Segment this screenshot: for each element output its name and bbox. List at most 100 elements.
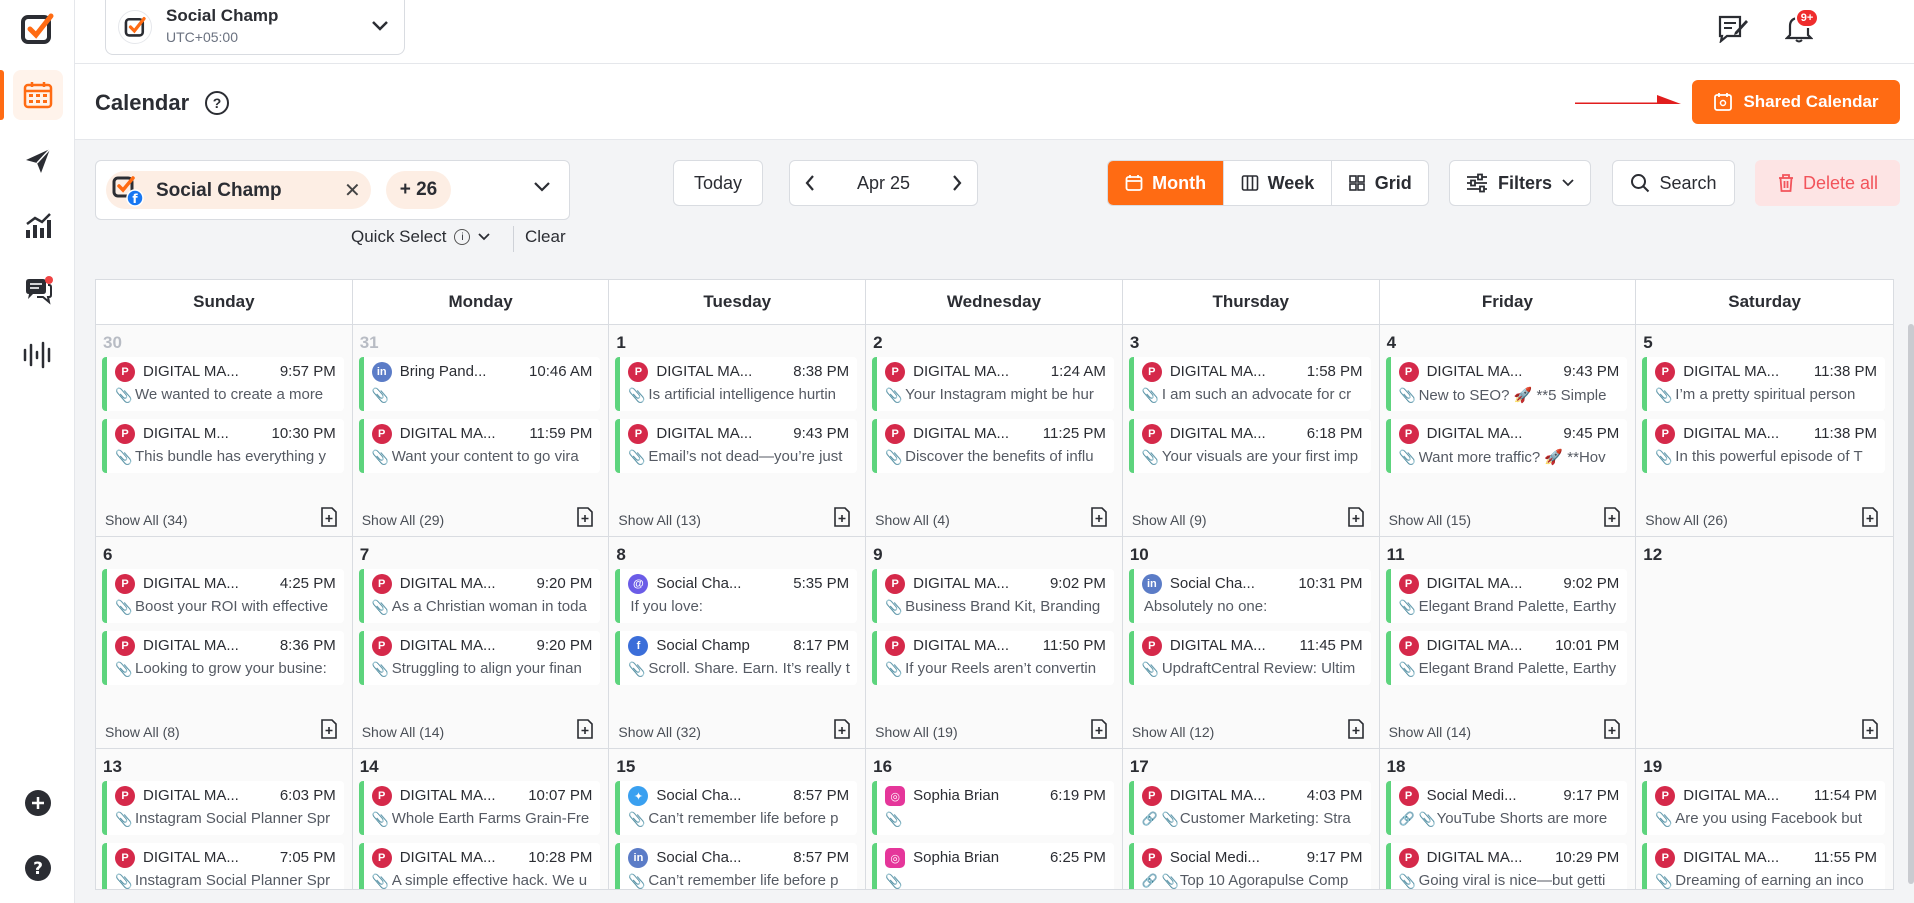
show-all-link[interactable]: Show All (4) — [875, 512, 950, 528]
search-button[interactable]: Search — [1612, 160, 1735, 206]
add-post-icon[interactable] — [576, 719, 594, 739]
scheduled-post-card[interactable]: P DIGITAL MA... 6:03 PM 📎 Instagram Social P… — [102, 781, 344, 835]
scheduled-post-card[interactable]: P DIGITAL MA... 7:05 PM 📎 Instagram Social P… — [102, 843, 344, 889]
scheduled-post-card[interactable]: f Social Champ 8:17 PM 📎 Scroll. Share. Earn… — [615, 631, 858, 685]
calendar-day-cell[interactable]: 19 P DIGITAL MA... 11:54 PM 📎 Are you using F… — [1636, 749, 1893, 889]
scheduled-post-card[interactable]: P DIGITAL MA... 11:38 PM 📎 In this powerful … — [1642, 419, 1885, 473]
scheduled-post-card[interactable]: P DIGITAL MA... 8:36 PM 📎 Looking to grow yo… — [102, 631, 344, 685]
calendar-day-cell[interactable]: 30 P DIGITAL MA... 9:57 PM 📎 We wanted to cre… — [96, 325, 353, 536]
scheduled-post-card[interactable]: P DIGITAL MA... 11:50 PM 📎 If your Reels are… — [872, 631, 1114, 685]
add-post-icon[interactable] — [1603, 719, 1621, 739]
add-post-icon[interactable] — [1347, 719, 1365, 739]
scheduled-post-card[interactable]: P DIGITAL MA... 11:54 PM 📎 Are you using Fac… — [1642, 781, 1885, 835]
scheduled-post-card[interactable]: P DIGITAL MA... 11:59 PM 📎 Want your content… — [358, 419, 601, 473]
show-all-link[interactable]: Show All (19) — [875, 724, 957, 740]
app-logo-icon[interactable] — [20, 12, 54, 46]
calendar-day-cell[interactable]: 12 — [1636, 537, 1893, 748]
scheduled-post-card[interactable]: P DIGITAL MA... 4:03 PM 🔗 📎 Customer Marketin… — [1128, 781, 1371, 835]
add-post-icon[interactable] — [833, 719, 851, 739]
chevron-down-icon[interactable] — [533, 181, 551, 193]
sidebar-item-calendar[interactable] — [13, 70, 63, 120]
view-month-button[interactable]: Month — [1108, 161, 1225, 205]
show-all-link[interactable]: Show All (8) — [105, 724, 180, 740]
add-post-icon[interactable] — [1090, 507, 1108, 527]
sidebar-item-listening[interactable] — [13, 330, 63, 380]
calendar-day-cell[interactable]: 6 P DIGITAL MA... 4:25 PM 📎 Boost your ROI wi… — [96, 537, 353, 748]
selected-account-chip[interactable]: f Social Champ ✕ — [106, 171, 371, 209]
scheduled-post-card[interactable]: P DIGITAL MA... 6:18 PM 📎 Your visuals are y… — [1128, 419, 1371, 473]
scheduled-post-card[interactable]: P Social Medi... 9:17 PM 🔗 📎 Top 10 Agorapuls… — [1128, 843, 1371, 889]
scheduled-post-card[interactable]: P DIGITAL MA... 9:43 PM 📎 New to SEO? 🚀 **5 … — [1385, 357, 1628, 411]
scheduled-post-card[interactable]: P DIGITAL MA... 11:55 PM 📎 Dreaming of earni… — [1642, 843, 1885, 889]
add-post-icon[interactable] — [576, 507, 594, 527]
notes-button[interactable] — [1715, 10, 1751, 46]
calendar-day-cell[interactable]: 8 @ Social Cha... 5:35 PM If you love: f Socia… — [609, 537, 867, 748]
calendar-day-cell[interactable]: 7 P DIGITAL MA... 9:20 PM 📎 As a Christian wo… — [352, 537, 610, 748]
calendar-day-cell[interactable]: 17 P DIGITAL MA... 4:03 PM 🔗 📎 Customer Market… — [1122, 749, 1380, 889]
add-post-icon[interactable] — [833, 507, 851, 527]
view-week-button[interactable]: Week — [1224, 161, 1332, 205]
calendar-day-cell[interactable]: 3 P DIGITAL MA... 1:58 PM 📎 I am such an advo… — [1122, 325, 1380, 536]
calendar-day-cell[interactable]: 2 P DIGITAL MA... 1:24 AM 📎 Your Instagram mi… — [866, 325, 1123, 536]
scheduled-post-card[interactable]: P DIGITAL M... 10:30 PM 📎 This bundle has ev… — [102, 419, 344, 473]
calendar-day-cell[interactable]: 11 P DIGITAL MA... 9:02 PM 📎 Elegant Brand Pa… — [1379, 537, 1637, 748]
show-all-link[interactable]: Show All (13) — [618, 512, 700, 528]
add-post-icon[interactable] — [320, 719, 338, 739]
scheduled-post-card[interactable]: ◎ Sophia Brian 6:25 PM 📎 — [872, 843, 1114, 889]
add-post-icon[interactable] — [1603, 507, 1621, 527]
chevron-left-icon[interactable] — [804, 174, 816, 192]
account-selector[interactable]: f Social Champ ✕ + 26 — [95, 160, 570, 220]
more-accounts-chip[interactable]: + 26 — [386, 171, 451, 209]
scheduled-post-card[interactable]: P DIGITAL MA... 10:07 PM 📎 Whole Earth Farms… — [358, 781, 601, 835]
calendar-day-cell[interactable]: 10 in Social Cha... 10:31 PM Absolutely no o… — [1122, 537, 1380, 748]
account-switcher[interactable]: Social Champ UTC+05:00 — [105, 0, 405, 55]
scheduled-post-card[interactable]: P DIGITAL MA... 11:38 PM 📎 I’m a pretty spir… — [1642, 357, 1885, 411]
show-all-link[interactable]: Show All (32) — [618, 724, 700, 740]
scheduled-post-card[interactable]: P DIGITAL MA... 9:20 PM 📎 Struggling to alig… — [358, 631, 601, 685]
show-all-link[interactable]: Show All (9) — [1132, 512, 1207, 528]
calendar-day-cell[interactable]: 13 P DIGITAL MA... 6:03 PM 📎 Instagram Social… — [96, 749, 353, 889]
show-all-link[interactable]: Show All (14) — [362, 724, 444, 740]
scheduled-post-card[interactable]: P DIGITAL MA... 10:28 PM 📎 A simple effectiv… — [358, 843, 601, 889]
sidebar-help-button[interactable]: ? — [13, 843, 63, 893]
scheduled-post-card[interactable]: P DIGITAL MA... 9:02 PM 📎 Business Brand Kit… — [872, 569, 1114, 623]
sidebar-item-analytics[interactable] — [13, 200, 63, 250]
notifications-button[interactable]: 9+ — [1781, 8, 1819, 46]
calendar-day-cell[interactable]: 1 P DIGITAL MA... 8:38 PM 📎 Is artificial int… — [609, 325, 867, 536]
remove-account-icon[interactable]: ✕ — [344, 178, 361, 203]
scheduled-post-card[interactable]: P DIGITAL MA... 1:58 PM 📎 I am such an advoc… — [1128, 357, 1371, 411]
add-post-icon[interactable] — [1347, 507, 1365, 527]
show-all-link[interactable]: Show All (12) — [1132, 724, 1214, 740]
scheduled-post-card[interactable]: ◎ Sophia Brian 6:19 PM 📎 — [872, 781, 1114, 835]
scheduled-post-card[interactable]: ✦ Social Cha... 8:57 PM 📎 Can’t remember lif… — [615, 781, 858, 835]
calendar-day-cell[interactable]: 14 P DIGITAL MA... 10:07 PM 📎 Whole Earth Far… — [352, 749, 610, 889]
scheduled-post-card[interactable]: in Social Cha... 8:57 PM 📎 Can’t remember li… — [615, 843, 858, 889]
calendar-day-cell[interactable]: 18 P Social Medi... 9:17 PM 🔗 📎 YouTube Shorts… — [1379, 749, 1637, 889]
add-post-icon[interactable] — [1090, 719, 1108, 739]
scheduled-post-card[interactable]: P DIGITAL MA... 1:24 AM 📎 Your Instagram mig… — [872, 357, 1114, 411]
scheduled-post-card[interactable]: P DIGITAL MA... 10:29 PM 📎 Going viral is ni… — [1385, 843, 1628, 889]
scheduled-post-card[interactable]: P DIGITAL MA... 9:02 PM 📎 Elegant Brand Pale… — [1385, 569, 1628, 623]
shared-calendar-button[interactable]: Shared Calendar — [1692, 80, 1900, 124]
calendar-help-icon[interactable]: ? — [205, 91, 229, 115]
show-all-link[interactable]: Show All (15) — [1389, 512, 1471, 528]
scheduled-post-card[interactable]: P DIGITAL MA... 11:25 PM 📎 Discover the bene… — [872, 419, 1114, 473]
show-all-link[interactable]: Show All (14) — [1389, 724, 1471, 740]
add-post-icon[interactable] — [1861, 507, 1879, 527]
filters-button[interactable]: Filters — [1449, 160, 1591, 206]
calendar-day-cell[interactable]: 9 P DIGITAL MA... 9:02 PM 📎 Business Brand Ki… — [866, 537, 1123, 748]
show-all-link[interactable]: Show All (26) — [1645, 512, 1727, 528]
calendar-day-cell[interactable]: 15 ✦ Social Cha... 8:57 PM 📎 Can’t remember l… — [609, 749, 867, 889]
calendar-day-cell[interactable]: 16 ◎ Sophia Brian 6:19 PM 📎 ◎ Sophia Brian 6:25… — [866, 749, 1123, 889]
scheduled-post-card[interactable]: P DIGITAL MA... 10:01 PM 📎 Elegant Brand Pal… — [1385, 631, 1628, 685]
today-button[interactable]: Today — [673, 160, 763, 206]
scheduled-post-card[interactable]: P DIGITAL MA... 9:57 PM 📎 We wanted to creat… — [102, 357, 344, 411]
scrollbar[interactable] — [1908, 324, 1914, 884]
quick-select-dropdown[interactable]: Quick Select i — [351, 227, 491, 247]
sidebar-item-publish[interactable] — [13, 136, 63, 186]
show-all-link[interactable]: Show All (29) — [362, 512, 444, 528]
sidebar-add-button[interactable] — [13, 778, 63, 828]
scheduled-post-card[interactable]: P DIGITAL MA... 9:45 PM 📎 Want more traffic?… — [1385, 419, 1628, 473]
calendar-day-cell[interactable]: 31 in Bring Pand... 10:46 AM 📎 P DIGITAL MA...… — [352, 325, 610, 536]
scheduled-post-card[interactable]: P Social Medi... 9:17 PM 🔗 📎 YouTube Shorts a… — [1385, 781, 1628, 835]
